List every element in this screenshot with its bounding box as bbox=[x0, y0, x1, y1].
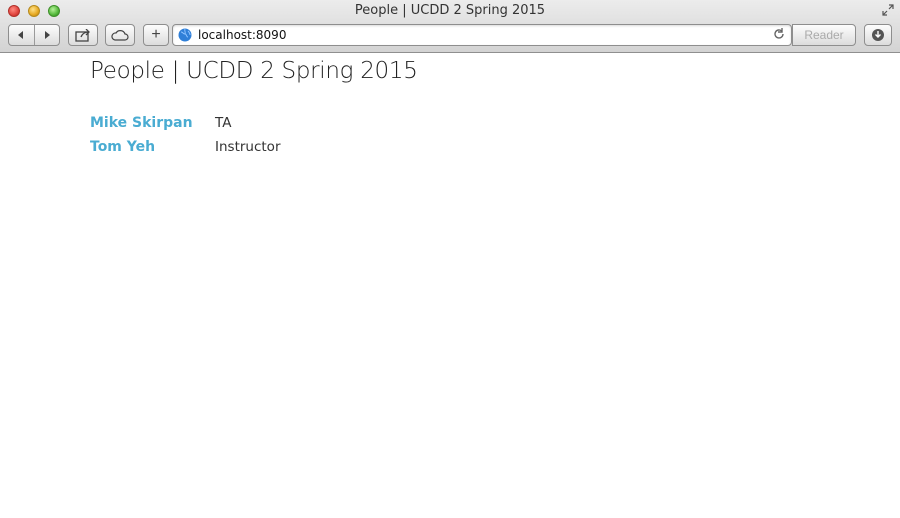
reader-button[interactable]: Reader bbox=[792, 24, 856, 46]
person-role: Instructor bbox=[215, 139, 281, 155]
title-bar: People | UCDD 2 Spring 2015 bbox=[0, 0, 900, 22]
person-role: TA bbox=[215, 115, 232, 131]
person-row: Mike Skirpan TA bbox=[90, 111, 281, 135]
back-arrow-icon bbox=[18, 31, 24, 39]
fullscreen-icon[interactable] bbox=[881, 4, 895, 18]
downloads-button[interactable] bbox=[864, 24, 892, 46]
forward-button[interactable] bbox=[33, 25, 59, 45]
people-list: Mike Skirpan TA Tom Yeh Instructor bbox=[90, 111, 281, 159]
url-field[interactable]: localhost:8090 bbox=[198, 28, 286, 42]
globe-icon bbox=[178, 28, 192, 42]
toolbar: + localhost:8090 Reader bbox=[0, 22, 900, 53]
share-icon bbox=[75, 28, 90, 42]
back-forward-group bbox=[8, 24, 60, 46]
share-button[interactable] bbox=[68, 24, 98, 46]
person-name-link[interactable]: Tom Yeh bbox=[90, 139, 215, 155]
new-tab-button[interactable]: + bbox=[143, 24, 169, 46]
reload-icon[interactable] bbox=[773, 27, 785, 44]
forward-arrow-icon bbox=[44, 31, 50, 39]
icloud-tabs-button[interactable] bbox=[105, 24, 135, 46]
browser-chrome: People | UCDD 2 Spring 2015 + localhost:… bbox=[0, 0, 900, 53]
person-row: Tom Yeh Instructor bbox=[90, 135, 281, 159]
page-content: People | UCDD 2 Spring 2015 Mike Skirpan… bbox=[0, 54, 900, 518]
back-button[interactable] bbox=[9, 25, 34, 45]
person-name-link[interactable]: Mike Skirpan bbox=[90, 115, 215, 131]
icloud-tabs-icon bbox=[111, 30, 129, 41]
page-title: People | UCDD 2 Spring 2015 bbox=[90, 58, 418, 84]
address-bar[interactable]: localhost:8090 bbox=[172, 24, 792, 46]
window-title: People | UCDD 2 Spring 2015 bbox=[354, 3, 546, 18]
download-icon bbox=[872, 29, 884, 41]
